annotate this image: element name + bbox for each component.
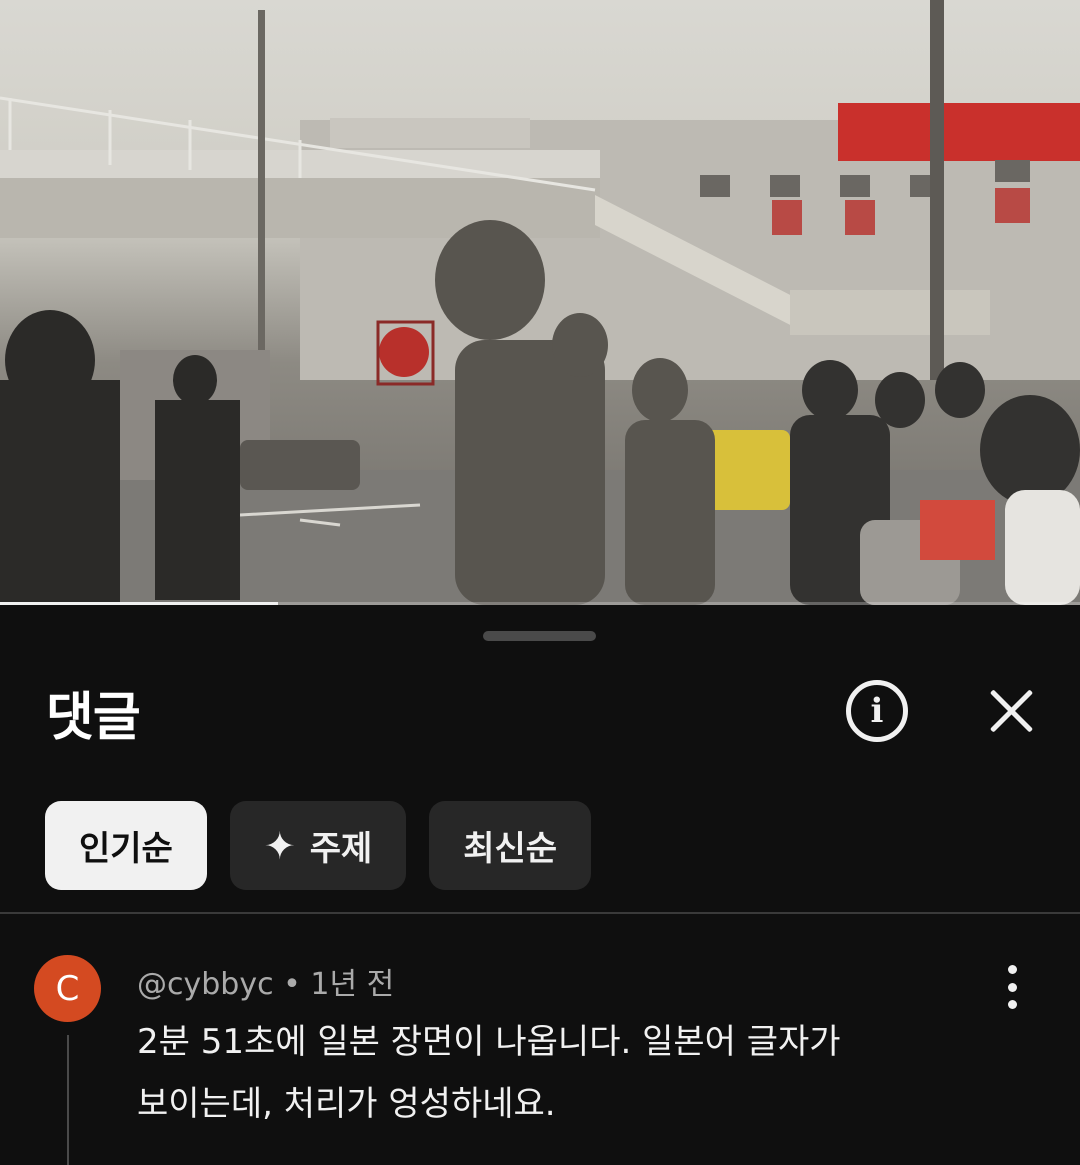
sort-chip-label: 인기순 (79, 829, 173, 869)
meta-separator: • (273, 967, 311, 1002)
video-frame (0, 0, 1080, 605)
comments-title: 댓글 (46, 688, 141, 748)
comment-text-line: 보이는데, 처리가 엉성하네요. (137, 1084, 556, 1124)
more-options-icon[interactable] (992, 965, 1032, 1009)
divider (0, 912, 1080, 914)
sort-chip-label: 최신순 (463, 829, 558, 869)
close-icon[interactable] (988, 687, 1036, 735)
comment-text: 2분 51초에 일본 장면이 나옵니다. 일본어 글자가 보이는데, 처리가 엉… (137, 1011, 937, 1135)
sort-chip-bar: 인기순 ✦ 주제 최신순 (45, 801, 592, 890)
sort-chip-topic[interactable]: ✦ 주제 (229, 801, 407, 890)
video-player[interactable] (0, 0, 1080, 605)
avatar-letter: C (55, 968, 80, 1009)
sort-chip-label: 주제 (309, 829, 373, 869)
comment-text-line: 2분 51초에 일본 장면이 나옵니다. 일본어 글자가 (137, 1022, 841, 1062)
sort-chip-popular[interactable]: 인기순 (45, 801, 207, 890)
comment-time: 1년 전 (310, 967, 395, 1002)
avatar[interactable]: C (34, 955, 101, 1022)
comments-sheet: 댓글 i 인기순 ✦ 주제 최신순 C @cybbyc • 1년 전 2분 51… (0, 605, 1080, 1165)
dot (1007, 965, 1017, 974)
sparkle-icon: ✦ (263, 823, 296, 868)
thread-line (67, 1035, 69, 1165)
drag-handle[interactable] (483, 631, 596, 641)
info-icon[interactable]: i (846, 680, 908, 742)
dot (1007, 982, 1017, 992)
comment-meta: @cybbyc • 1년 전 (137, 959, 394, 1003)
dot (1007, 1000, 1017, 1009)
sort-chip-newest[interactable]: 최신순 (429, 801, 592, 890)
comment-author[interactable]: @cybbyc (137, 967, 274, 1002)
